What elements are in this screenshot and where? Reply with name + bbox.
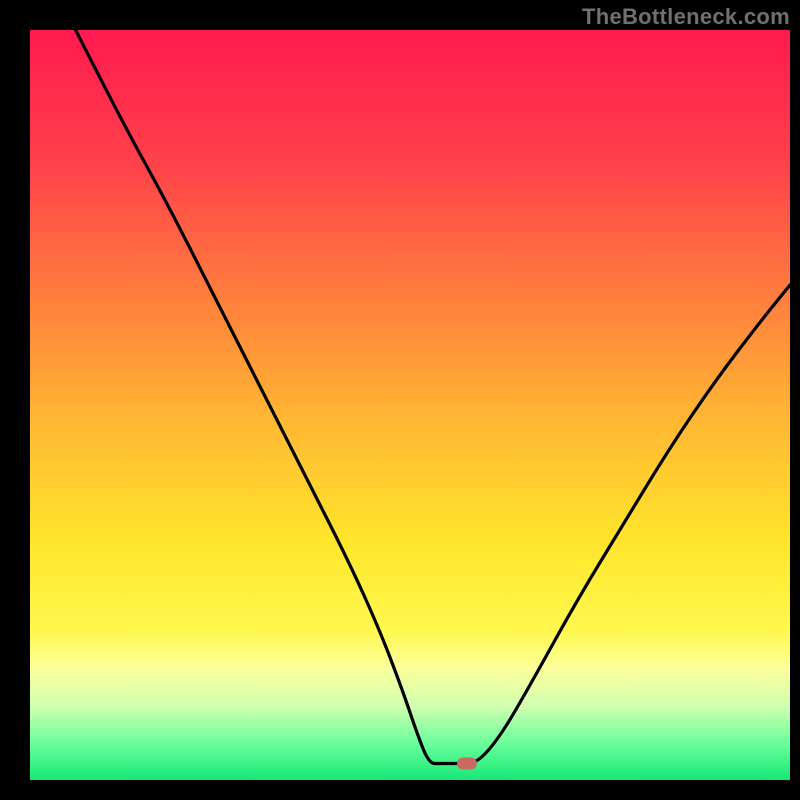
gradient-background xyxy=(30,30,790,780)
watermark-text: TheBottleneck.com xyxy=(582,4,790,30)
optimal-point-marker xyxy=(457,758,477,770)
chart-frame: TheBottleneck.com xyxy=(0,0,800,800)
bottleneck-chart xyxy=(0,0,800,800)
